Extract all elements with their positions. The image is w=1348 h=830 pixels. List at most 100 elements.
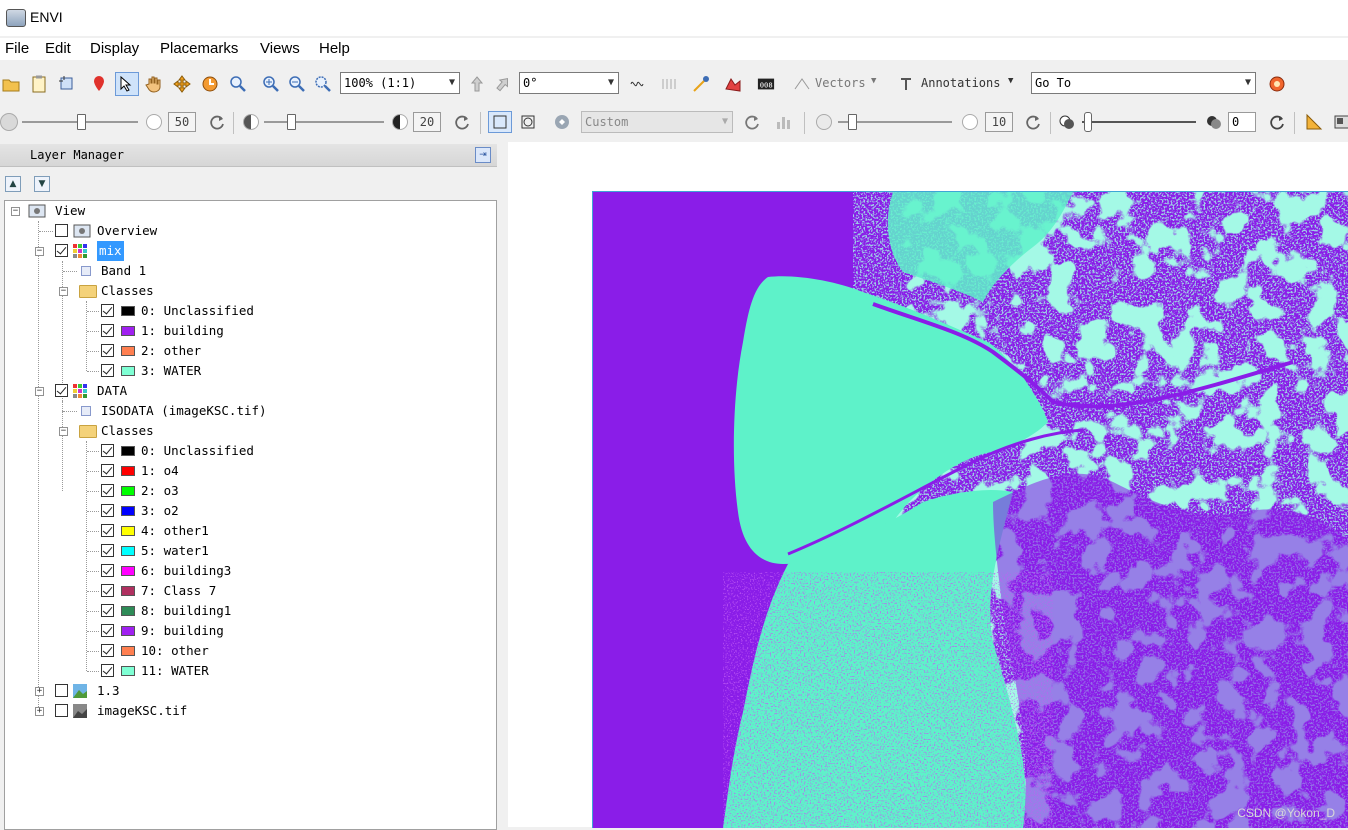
histogram-icon[interactable] — [775, 113, 793, 131]
vectors-label[interactable]: Vectors — [815, 76, 866, 90]
menu-views[interactable]: Views — [260, 40, 300, 57]
brightness-value[interactable]: 50 — [168, 112, 196, 132]
overview-checkbox[interactable] — [55, 224, 68, 237]
placemark-icon[interactable] — [90, 75, 108, 93]
transparency-slider[interactable] — [1082, 121, 1196, 123]
reset-transparency-icon[interactable] — [1268, 113, 1286, 131]
menu-edit[interactable]: Edit — [45, 40, 71, 57]
classification-image[interactable]: CSDN @Yokon_D — [592, 191, 1348, 828]
expand-all-button[interactable]: ▼ — [34, 176, 50, 192]
collapse-toggle-icon[interactable]: − — [35, 387, 44, 396]
menu-placemarks[interactable]: Placemarks — [160, 40, 238, 57]
contrast-slider[interactable] — [264, 121, 384, 123]
class-checkbox[interactable] — [101, 444, 114, 457]
view-icon — [28, 204, 46, 218]
zoom-full-icon[interactable] — [314, 75, 332, 93]
class-checkbox[interactable] — [101, 624, 114, 637]
view-extent-icon[interactable] — [519, 113, 537, 131]
class-checkbox[interactable] — [101, 484, 114, 497]
rotate-right-icon[interactable] — [494, 75, 512, 93]
menu-file[interactable]: File — [5, 40, 29, 57]
class-checkbox[interactable] — [101, 544, 114, 557]
reset-stretch-icon[interactable] — [743, 113, 761, 131]
layer-1-3-checkbox[interactable] — [55, 684, 68, 697]
transparency-value[interactable]: 0 — [1228, 112, 1256, 132]
contrast-slider-handle[interactable] — [287, 114, 296, 130]
rotate-left-icon[interactable] — [468, 75, 486, 93]
collapse-toggle-icon[interactable]: − — [59, 427, 68, 436]
rotation-combo[interactable]: 0° ▼ — [519, 72, 619, 94]
stretch-combo[interactable]: Custom ▼ — [581, 111, 733, 133]
annotations-dropdown-icon[interactable]: ▼ — [1008, 76, 1013, 86]
annotations-label[interactable]: Annotations — [921, 76, 1000, 90]
select-tool-button[interactable] — [115, 72, 139, 96]
pixel-locator-icon[interactable] — [692, 75, 710, 93]
class-checkbox[interactable] — [101, 364, 114, 377]
zoom-out-icon[interactable] — [288, 75, 306, 93]
chip-view-icon[interactable] — [58, 75, 76, 93]
class-checkbox[interactable] — [101, 604, 114, 617]
annotation-text-icon[interactable] — [898, 75, 916, 93]
class-color-swatch — [121, 586, 135, 596]
dock-panel-icon[interactable]: ⇥ — [475, 147, 491, 163]
rotation-value: 0° — [523, 76, 538, 90]
class-checkbox[interactable] — [101, 504, 114, 517]
class-checkbox[interactable] — [101, 584, 114, 597]
layer-tree: − View Overview − mix Band 1 − Classes 0… — [4, 200, 497, 830]
reset-contrast-icon[interactable] — [453, 113, 471, 131]
stretch-icon[interactable] — [553, 113, 571, 131]
transparency-slider-handle[interactable] — [1084, 112, 1092, 132]
zoom-in-icon[interactable] — [262, 75, 280, 93]
menu-display[interactable]: Display — [90, 40, 139, 57]
data-checkbox[interactable] — [55, 384, 68, 397]
portal-icon[interactable] — [1305, 113, 1323, 131]
collapse-all-button[interactable]: ▲ — [5, 176, 21, 192]
class-checkbox[interactable] — [101, 344, 114, 357]
sharpen-slider-handle[interactable] — [848, 114, 857, 130]
export-view-icon[interactable] — [1333, 113, 1348, 131]
class-checkbox[interactable] — [101, 524, 114, 537]
crosshairs-icon[interactable] — [628, 75, 646, 93]
class-checkbox[interactable] — [101, 564, 114, 577]
pan-hand-icon[interactable] — [145, 75, 163, 93]
menu-help[interactable]: Help — [319, 40, 350, 57]
expand-toggle-icon[interactable]: + — [35, 687, 44, 696]
band-icon — [81, 406, 91, 416]
zoom-icon[interactable] — [229, 75, 247, 93]
reset-sharpen-icon[interactable] — [1024, 113, 1042, 131]
class-label: 0: Unclassified — [141, 443, 254, 458]
class-color-swatch — [121, 506, 135, 516]
class-label: 9: building — [141, 623, 224, 638]
fly-icon[interactable] — [173, 75, 191, 93]
rotate-icon[interactable] — [201, 75, 219, 93]
full-extent-button[interactable] — [488, 111, 512, 133]
cursor-value-icon[interactable] — [660, 75, 678, 93]
class-checkbox[interactable] — [101, 304, 114, 317]
collapse-toggle-icon[interactable]: − — [35, 247, 44, 256]
sharpen-value[interactable]: 10 — [985, 112, 1013, 132]
roi-tool-icon[interactable] — [724, 75, 742, 93]
svg-text:008: 008 — [760, 81, 773, 90]
collapse-toggle-icon[interactable]: − — [59, 287, 68, 296]
zoom-combo[interactable]: 100% (1:1) ▼ — [340, 72, 460, 94]
open-file-icon[interactable] — [2, 75, 20, 93]
data-manager-icon[interactable] — [30, 75, 48, 93]
contrast-value[interactable]: 20 — [413, 112, 441, 132]
expand-toggle-icon[interactable]: + — [35, 707, 44, 716]
measure-icon[interactable]: 008 — [757, 75, 775, 93]
mix-checkbox[interactable] — [55, 244, 68, 257]
vectors-icon[interactable] — [793, 75, 811, 93]
class-checkbox[interactable] — [101, 644, 114, 657]
collapse-toggle-icon[interactable]: − — [11, 207, 20, 216]
goto-combo[interactable]: Go To ▼ — [1031, 72, 1256, 94]
class-checkbox[interactable] — [101, 464, 114, 477]
class-color-swatch — [121, 326, 135, 336]
brightness-slider-handle[interactable] — [77, 114, 86, 130]
reset-brightness-icon[interactable] — [208, 113, 226, 131]
goto-locate-icon[interactable] — [1268, 75, 1286, 93]
class-checkbox[interactable] — [101, 324, 114, 337]
vectors-dropdown-icon[interactable]: ▼ — [871, 76, 876, 86]
class-label: 2: other — [141, 343, 202, 358]
class-checkbox[interactable] — [101, 664, 114, 677]
imageksc-checkbox[interactable] — [55, 704, 68, 717]
